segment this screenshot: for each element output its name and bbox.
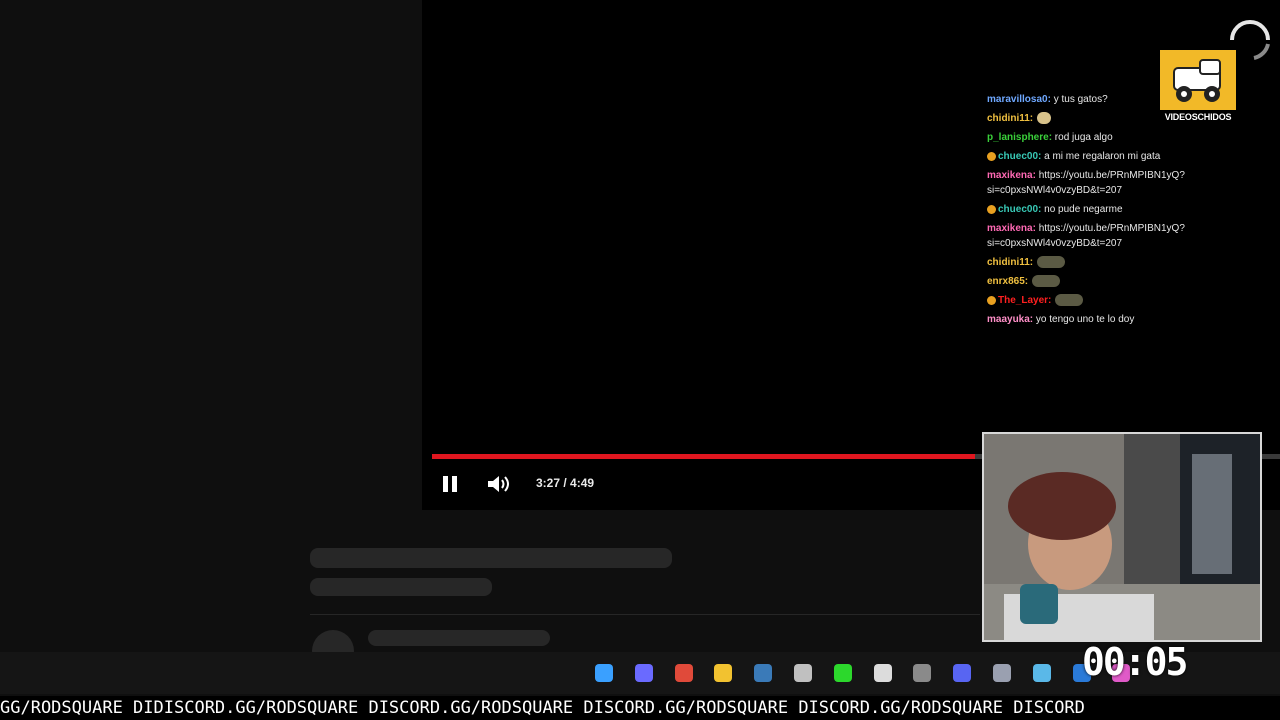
- chat-message: chuec00: a mi me regalaron mi gata: [987, 149, 1227, 164]
- app-icon[interactable]: [870, 660, 896, 686]
- chat-badge-icon: [987, 151, 996, 161]
- chat-message: The_Layer:: [987, 293, 1227, 308]
- chat-username: maxikena:: [987, 170, 1036, 181]
- obs-icon[interactable]: [790, 660, 816, 686]
- chat-username: maravillosa0:: [987, 94, 1051, 105]
- folder-icon[interactable]: [989, 660, 1015, 686]
- chat-text: a mi me regalaron mi gata: [1041, 151, 1161, 162]
- chat-username: p_lanisphere:: [987, 132, 1053, 143]
- chrome-icon[interactable]: [671, 660, 697, 686]
- webcam-feed: [982, 432, 1262, 642]
- discord-icon[interactable]: [949, 660, 975, 686]
- subtitle-skeleton: [310, 578, 492, 596]
- time-display: 3:27 / 4:49: [536, 476, 595, 490]
- chat-emote-icon: [1037, 256, 1066, 269]
- chat-emote-icon: [1037, 112, 1052, 125]
- divider: [310, 614, 980, 615]
- chat-username: chuec00:: [998, 204, 1042, 215]
- chat-badge-icon: [987, 295, 996, 305]
- chat-message: chidini11:: [987, 111, 1227, 126]
- discord-ticker: GG/RODSQUARE DIDISCORD.GG/RODSQUARE DISC…: [0, 696, 1280, 720]
- progress-fill: [432, 454, 975, 459]
- pause-button[interactable]: [436, 470, 464, 498]
- chat-message: maxikena: https://youtu.be/PRnMPIBN1yQ?s…: [987, 221, 1227, 251]
- chat-text: no pude negarme: [1041, 204, 1123, 215]
- streamer-image: [984, 434, 1260, 640]
- kick-icon[interactable]: [830, 660, 856, 686]
- chat-username: chidini11:: [987, 113, 1034, 124]
- steam-icon[interactable]: [750, 660, 776, 686]
- chat-username: chuec00:: [998, 151, 1042, 162]
- file-explorer-icon[interactable]: [710, 660, 736, 686]
- channel-skeleton: [368, 630, 550, 646]
- chat-emote-icon: [1032, 275, 1061, 288]
- windows-start-icon[interactable]: [591, 660, 617, 686]
- chat-text: y tus gatos?: [1050, 94, 1108, 105]
- chat-message: maxikena: https://youtu.be/PRnMPIBN1yQ?s…: [987, 168, 1227, 198]
- title-skeleton: [310, 548, 672, 568]
- volume-button[interactable]: [484, 470, 512, 498]
- keyboard-icon[interactable]: [909, 660, 935, 686]
- chat-username: The_Layer:: [998, 295, 1052, 306]
- browser-icon[interactable]: [1029, 660, 1055, 686]
- chat-message: chuec00: no pude negarme: [987, 202, 1227, 217]
- chat-message: maayuka: yo tengo uno te lo doy: [987, 312, 1227, 327]
- stream-timer: 00:05: [1082, 640, 1188, 684]
- chat-text: yo tengo uno te lo doy: [1033, 314, 1135, 325]
- chat-badge-icon: [987, 204, 996, 214]
- chat-username: chidini11:: [987, 257, 1034, 268]
- chat-username: maayuka:: [987, 314, 1034, 325]
- chat-message: p_lanisphere: rod juga algo: [987, 130, 1227, 145]
- copilot-icon[interactable]: [631, 660, 657, 686]
- chat-text: rod juga algo: [1052, 132, 1113, 143]
- chat-message: enrx865:: [987, 274, 1227, 289]
- volume-icon: [488, 476, 509, 492]
- chat-username: enrx865:: [987, 276, 1029, 287]
- chat-message: chidini11:: [987, 255, 1227, 270]
- pause-icon: [443, 476, 457, 492]
- chat-username: maxikena:: [987, 223, 1036, 234]
- chat-message: maravillosa0: y tus gatos?: [987, 92, 1227, 107]
- chat-emote-icon: [1055, 294, 1084, 307]
- chat-overlay: maravillosa0: y tus gatos? chidini11: p_la…: [987, 92, 1227, 331]
